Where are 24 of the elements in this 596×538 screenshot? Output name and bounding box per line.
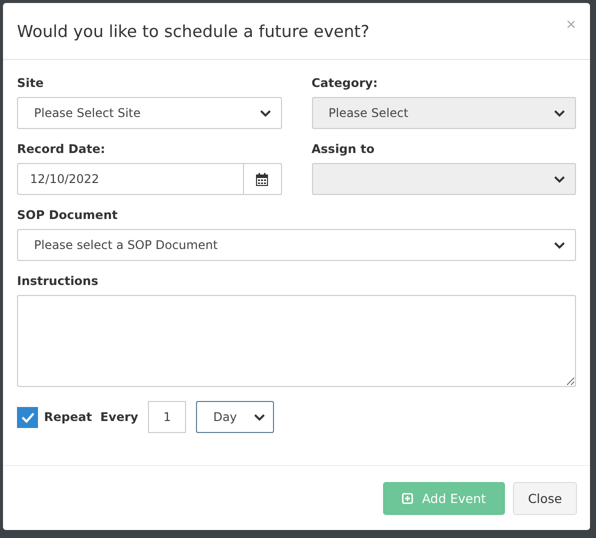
repeat-checkbox[interactable] [17,406,38,428]
field-label: Instructions [17,274,100,288]
checkmark-icon [20,412,34,422]
select-field[interactable]: Please Select Site [17,97,282,129]
close-button[interactable]: Close [512,482,577,514]
repeat-count-field[interactable]: 1 [148,401,186,433]
field-label: Site [17,76,45,90]
calendar-icon [256,172,268,186]
chevron-down-icon [260,110,270,116]
chevron-down-icon [554,110,565,116]
field-label: SOP Document [17,208,119,222]
modal-title: Would you like to schedule a future event? [17,22,370,40]
repeat-label: Repeat Every [44,410,138,424]
field-label: Record Date: [17,142,106,156]
chevron-down-icon [554,176,565,182]
calendar-button[interactable] [244,163,282,195]
date-field[interactable]: 12/10/2022 [17,163,244,195]
field-label: Assign to [312,142,376,156]
field-label: Category: [312,76,379,90]
chevron-down-icon [254,414,266,420]
repeat-unit-select[interactable]: Day [196,401,274,433]
plus-square-icon [402,492,413,504]
chevron-down-icon [554,242,565,248]
select-field[interactable]: Please select a SOP Document [17,229,576,261]
